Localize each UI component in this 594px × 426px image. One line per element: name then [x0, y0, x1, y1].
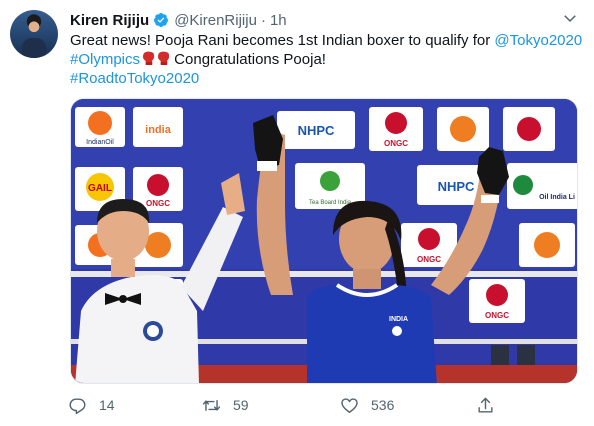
avatar[interactable] [10, 10, 58, 58]
reply-icon [69, 397, 86, 414]
sponsor-label: ONGC [485, 311, 509, 320]
chevron-down-icon[interactable] [561, 9, 579, 27]
hashtag-link[interactable]: #RoadtoTokyo2020 [70, 70, 199, 87]
boxing-glove-icon [158, 51, 170, 65]
tweet-photo[interactable]: IndianOil india NHPC ONGC GAIL ONGC Tea … [70, 98, 578, 384]
separator-dot: · [260, 11, 266, 29]
sponsor-label: NHPC [438, 179, 475, 194]
sponsor-label: GAIL [88, 183, 112, 194]
retweet-button[interactable]: 59 [202, 393, 249, 417]
retweet-count: 59 [233, 397, 249, 413]
tweet-line-2: #Olympics Congratulations Pooja! [70, 50, 580, 69]
reply-count: 14 [99, 397, 115, 413]
sponsor-label: india [145, 124, 172, 136]
hashtag-link[interactable]: #Olympics [70, 51, 140, 68]
sponsor-label: IndianOil [86, 139, 114, 146]
mention-link[interactable]: @Tokyo2020 [494, 32, 582, 49]
sponsor-label: ONGC [384, 139, 408, 148]
tweet-text-segment: Congratulations Pooja! [170, 51, 326, 68]
boxing-glove-icon [143, 51, 155, 65]
reply-button[interactable]: 14 [68, 393, 115, 417]
like-button[interactable]: 536 [340, 393, 394, 417]
retweet-icon [202, 399, 221, 411]
tweet-actions: 14 59 536 [68, 393, 508, 417]
tweet-text: Great news! Pooja Rani becomes 1st India… [70, 31, 582, 88]
user-name[interactable]: Kiren Rijiju [70, 12, 149, 29]
tweet-timestamp[interactable]: 1h [270, 12, 287, 29]
sponsor-label: Tea Board India [309, 200, 352, 206]
sponsor-label: Oil India Li [539, 194, 575, 201]
user-handle[interactable]: @KirenRijiju [174, 12, 257, 29]
share-button[interactable] [476, 393, 507, 417]
tweet-text-segment: Great news! Pooja Rani becomes 1st India… [70, 32, 495, 49]
vest-label: INDIA [389, 316, 408, 323]
verified-badge-icon [154, 13, 169, 27]
sponsor-label: ONGC [146, 199, 170, 208]
tweet-line-1: Great news! Pooja Rani becomes 1st India… [70, 31, 582, 50]
heart-icon [341, 397, 358, 413]
tweet-header: Kiren Rijiju @KirenRijiju · 1h [70, 10, 287, 30]
sponsor-label: ONGC [417, 255, 441, 264]
sponsor-label: NHPC [298, 123, 335, 138]
share-icon [478, 397, 493, 413]
like-count: 536 [371, 397, 395, 413]
tweet-card[interactable]: Kiren Rijiju @KirenRijiju · 1h Great new… [0, 0, 594, 426]
tweet-line-3: #RoadtoTokyo2020 [70, 69, 580, 88]
boxing-photo: IndianOil india NHPC ONGC GAIL ONGC Tea … [71, 99, 577, 383]
